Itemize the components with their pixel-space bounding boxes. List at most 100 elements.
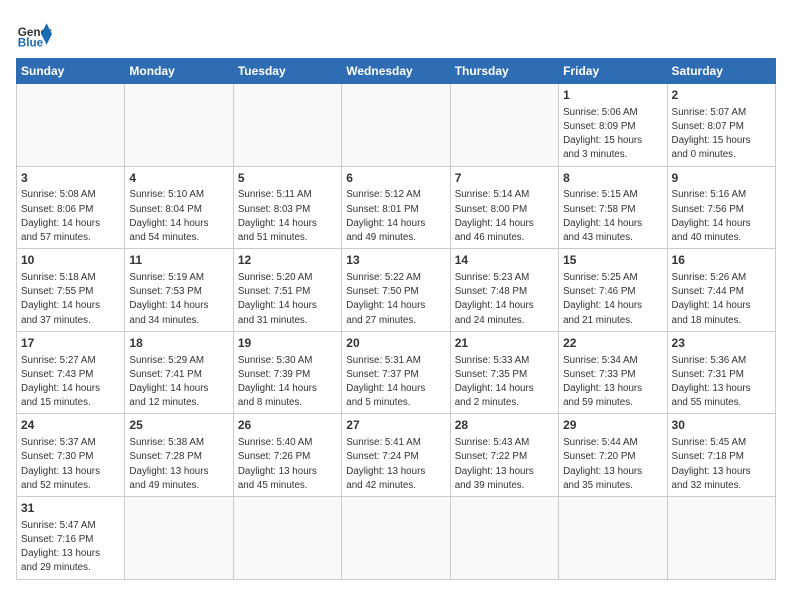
calendar-cell bbox=[342, 497, 450, 580]
day-info: Sunrise: 5:12 AM Sunset: 8:01 PM Dayligh… bbox=[346, 188, 445, 245]
day-info: Sunrise: 5:11 AM Sunset: 8:03 PM Dayligh… bbox=[238, 188, 337, 245]
day-info: Sunrise: 5:31 AM Sunset: 7:37 PM Dayligh… bbox=[346, 354, 445, 411]
day-info: Sunrise: 5:26 AM Sunset: 7:44 PM Dayligh… bbox=[672, 271, 771, 328]
svg-text:Blue: Blue bbox=[18, 37, 44, 50]
day-info: Sunrise: 5:16 AM Sunset: 7:56 PM Dayligh… bbox=[672, 188, 771, 245]
day-number: 7 bbox=[455, 170, 554, 187]
calendar-cell bbox=[125, 497, 233, 580]
day-info: Sunrise: 5:06 AM Sunset: 8:09 PM Dayligh… bbox=[563, 106, 662, 163]
day-number: 29 bbox=[563, 417, 662, 434]
calendar-cell: 27Sunrise: 5:41 AM Sunset: 7:24 PM Dayli… bbox=[342, 414, 450, 497]
calendar-table: SundayMondayTuesdayWednesdayThursdayFrid… bbox=[16, 58, 776, 580]
calendar-cell: 11 Sunrise: 5:19 AM Sunset: 7:53 PM Dayli… bbox=[125, 249, 233, 332]
calendar-cell: 8Sunrise: 5:15 AM Sunset: 7:58 PM Daylig… bbox=[559, 166, 667, 249]
day-info: Sunrise: 5:33 AM Sunset: 7:35 PM Dayligh… bbox=[455, 354, 554, 411]
day-info: Sunrise: 5:45 AM Sunset: 7:18 PM Dayligh… bbox=[672, 436, 771, 493]
calendar-cell: 24Sunrise: 5:37 AM Sunset: 7:30 PM Dayli… bbox=[17, 414, 125, 497]
day-info: Sunrise: 5:22 AM Sunset: 7:50 PM Dayligh… bbox=[346, 271, 445, 328]
logo-icon: General Blue bbox=[16, 16, 52, 52]
day-info: Sunrise: 5:23 AM Sunset: 7:48 PM Dayligh… bbox=[455, 271, 554, 328]
calendar-cell: 12Sunrise: 5:20 AM Sunset: 7:51 PM Dayli… bbox=[233, 249, 341, 332]
day-info: Sunrise: 5:25 AM Sunset: 7:46 PM Dayligh… bbox=[563, 271, 662, 328]
day-number: 12 bbox=[238, 252, 337, 269]
day-number: 4 bbox=[129, 170, 228, 187]
calendar-cell: 4Sunrise: 5:10 AM Sunset: 8:04 PM Daylig… bbox=[125, 166, 233, 249]
calendar-cell: 25Sunrise: 5:38 AM Sunset: 7:28 PM Dayli… bbox=[125, 414, 233, 497]
day-number: 19 bbox=[238, 335, 337, 352]
day-info: Sunrise: 5:36 AM Sunset: 7:31 PM Dayligh… bbox=[672, 354, 771, 411]
weekday-header-saturday: Saturday bbox=[667, 59, 775, 84]
day-info: Sunrise: 5:38 AM Sunset: 7:28 PM Dayligh… bbox=[129, 436, 228, 493]
calendar-week-row: 24Sunrise: 5:37 AM Sunset: 7:30 PM Dayli… bbox=[17, 414, 776, 497]
day-info: Sunrise: 5:27 AM Sunset: 7:43 PM Dayligh… bbox=[21, 354, 120, 411]
calendar-cell: 18Sunrise: 5:29 AM Sunset: 7:41 PM Dayli… bbox=[125, 331, 233, 414]
day-info: Sunrise: 5:30 AM Sunset: 7:39 PM Dayligh… bbox=[238, 354, 337, 411]
calendar-cell: 13 Sunrise: 5:22 AM Sunset: 7:50 PM Dayli… bbox=[342, 249, 450, 332]
weekday-header-tuesday: Tuesday bbox=[233, 59, 341, 84]
weekday-header-thursday: Thursday bbox=[450, 59, 558, 84]
weekday-header-wednesday: Wednesday bbox=[342, 59, 450, 84]
calendar-cell: 31 Sunrise: 5:47 AM Sunset: 7:16 PM Dayli… bbox=[17, 497, 125, 580]
calendar-cell: 28Sunrise: 5:43 AM Sunset: 7:22 PM Dayli… bbox=[450, 414, 558, 497]
day-info: Sunrise: 5:34 AM Sunset: 7:33 PM Dayligh… bbox=[563, 354, 662, 411]
day-number: 11 bbox=[129, 252, 228, 269]
day-info: Sunrise: 5:08 AM Sunset: 8:06 PM Dayligh… bbox=[21, 188, 120, 245]
day-number: 26 bbox=[238, 417, 337, 434]
day-info: Sunrise: 5:19 AM Sunset: 7:53 PM Dayligh… bbox=[129, 271, 228, 328]
calendar-cell bbox=[450, 497, 558, 580]
day-number: 23 bbox=[672, 335, 771, 352]
calendar-cell: 5Sunrise: 5:11 AM Sunset: 8:03 PM Daylig… bbox=[233, 166, 341, 249]
day-number: 2 bbox=[672, 87, 771, 104]
page-header: General Blue bbox=[16, 16, 776, 52]
weekday-header-sunday: Sunday bbox=[17, 59, 125, 84]
day-number: 5 bbox=[238, 170, 337, 187]
calendar-cell: 26 Sunrise: 5:40 AM Sunset: 7:26 PM Dayli… bbox=[233, 414, 341, 497]
calendar-cell: 17Sunrise: 5:27 AM Sunset: 7:43 PM Dayli… bbox=[17, 331, 125, 414]
calendar-cell: 23 Sunrise: 5:36 AM Sunset: 7:31 PM Dayli… bbox=[667, 331, 775, 414]
calendar-cell: 14Sunrise: 5:23 AM Sunset: 7:48 PM Dayli… bbox=[450, 249, 558, 332]
day-number: 3 bbox=[21, 170, 120, 187]
calendar-cell: 9Sunrise: 5:16 AM Sunset: 7:56 PM Daylig… bbox=[667, 166, 775, 249]
day-number: 13 bbox=[346, 252, 445, 269]
calendar-cell bbox=[667, 497, 775, 580]
calendar-week-row: 1 Sunrise: 5:06 AM Sunset: 8:09 PM Daylig… bbox=[17, 84, 776, 167]
calendar-cell: 22Sunrise: 5:34 AM Sunset: 7:33 PM Dayli… bbox=[559, 331, 667, 414]
calendar-cell: 10Sunrise: 5:18 AM Sunset: 7:55 PM Dayli… bbox=[17, 249, 125, 332]
day-number: 16 bbox=[672, 252, 771, 269]
calendar-cell bbox=[17, 84, 125, 167]
day-info: Sunrise: 5:40 AM Sunset: 7:26 PM Dayligh… bbox=[238, 436, 337, 493]
day-number: 30 bbox=[672, 417, 771, 434]
calendar-cell: 20 Sunrise: 5:31 AM Sunset: 7:37 PM Dayli… bbox=[342, 331, 450, 414]
logo: General Blue bbox=[16, 16, 52, 52]
day-info: Sunrise: 5:14 AM Sunset: 8:00 PM Dayligh… bbox=[455, 188, 554, 245]
day-number: 20 bbox=[346, 335, 445, 352]
calendar-week-row: 31 Sunrise: 5:47 AM Sunset: 7:16 PM Dayli… bbox=[17, 497, 776, 580]
calendar-cell bbox=[233, 497, 341, 580]
day-info: Sunrise: 5:47 AM Sunset: 7:16 PM Dayligh… bbox=[21, 519, 120, 576]
calendar-cell: 16 Sunrise: 5:26 AM Sunset: 7:44 PM Dayli… bbox=[667, 249, 775, 332]
calendar-cell: 29Sunrise: 5:44 AM Sunset: 7:20 PM Dayli… bbox=[559, 414, 667, 497]
day-number: 18 bbox=[129, 335, 228, 352]
calendar-cell bbox=[559, 497, 667, 580]
calendar-cell bbox=[450, 84, 558, 167]
day-info: Sunrise: 5:07 AM Sunset: 8:07 PM Dayligh… bbox=[672, 106, 771, 163]
calendar-cell: 15Sunrise: 5:25 AM Sunset: 7:46 PM Dayli… bbox=[559, 249, 667, 332]
calendar-cell: 1 Sunrise: 5:06 AM Sunset: 8:09 PM Daylig… bbox=[559, 84, 667, 167]
calendar-week-row: 17Sunrise: 5:27 AM Sunset: 7:43 PM Dayli… bbox=[17, 331, 776, 414]
day-number: 6 bbox=[346, 170, 445, 187]
calendar-cell: 21Sunrise: 5:33 AM Sunset: 7:35 PM Dayli… bbox=[450, 331, 558, 414]
calendar-cell bbox=[342, 84, 450, 167]
weekday-header-friday: Friday bbox=[559, 59, 667, 84]
day-number: 1 bbox=[563, 87, 662, 104]
calendar-week-row: 3Sunrise: 5:08 AM Sunset: 8:06 PM Daylig… bbox=[17, 166, 776, 249]
calendar-cell: 30 Sunrise: 5:45 AM Sunset: 7:18 PM Dayli… bbox=[667, 414, 775, 497]
day-number: 24 bbox=[21, 417, 120, 434]
calendar-cell bbox=[125, 84, 233, 167]
day-number: 27 bbox=[346, 417, 445, 434]
day-info: Sunrise: 5:43 AM Sunset: 7:22 PM Dayligh… bbox=[455, 436, 554, 493]
calendar-week-row: 10Sunrise: 5:18 AM Sunset: 7:55 PM Dayli… bbox=[17, 249, 776, 332]
calendar-cell: 7Sunrise: 5:14 AM Sunset: 8:00 PM Daylig… bbox=[450, 166, 558, 249]
calendar-cell: 3Sunrise: 5:08 AM Sunset: 8:06 PM Daylig… bbox=[17, 166, 125, 249]
calendar-cell: 19 Sunrise: 5:30 AM Sunset: 7:39 PM Dayli… bbox=[233, 331, 341, 414]
day-number: 31 bbox=[21, 500, 120, 517]
